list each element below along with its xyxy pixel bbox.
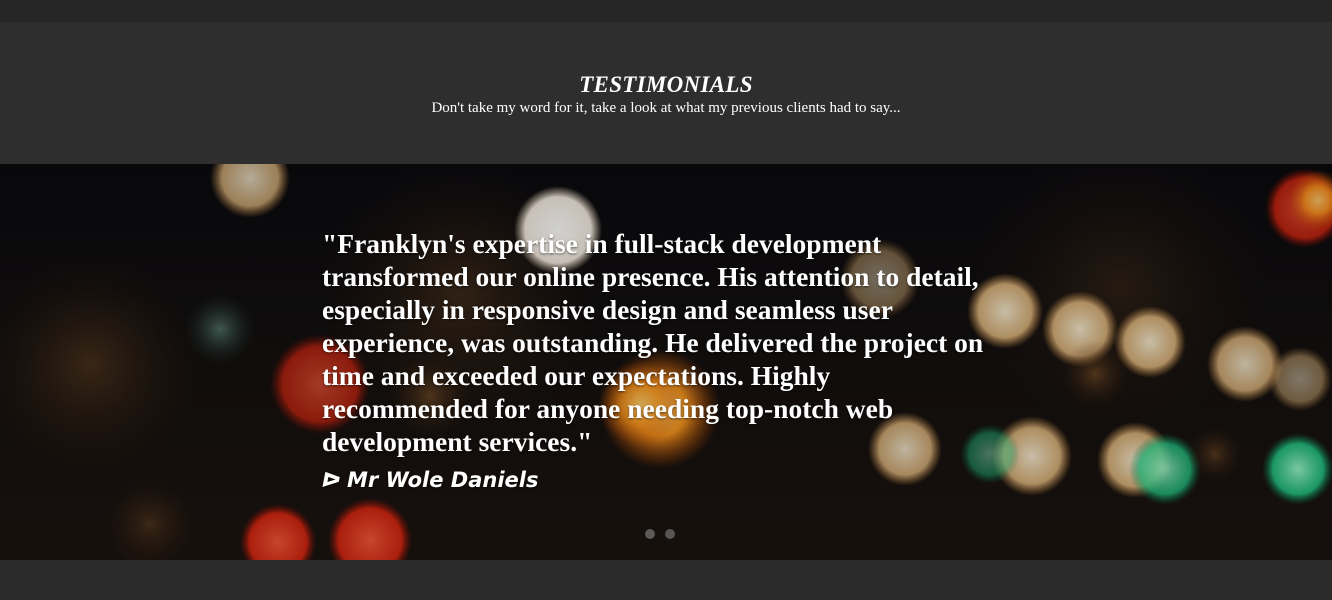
testimonial-author: ᐅ Mr Wole Daniels [322, 467, 538, 493]
section-title: TESTIMONIALS [579, 72, 753, 97]
testimonials-header: TESTIMONIALS Don't take my word for it, … [0, 22, 1332, 164]
slider-pagination [645, 526, 685, 539]
slider-dot-2[interactable] [665, 529, 675, 539]
testimonial-slider[interactable]: "Franklyn's expertise in full-stack deve… [0, 164, 1332, 560]
top-strip [0, 0, 1332, 22]
play-outline-icon: ᐅ [322, 468, 342, 492]
slider-dot-1[interactable] [645, 529, 655, 539]
section-subtitle: Don't take my word for it, take a look a… [431, 100, 901, 116]
testimonial-quote: "Franklyn's expertise in full-stack deve… [322, 228, 984, 457]
bottom-section [0, 560, 1332, 600]
author-name: Mr Wole Daniels [347, 468, 539, 492]
